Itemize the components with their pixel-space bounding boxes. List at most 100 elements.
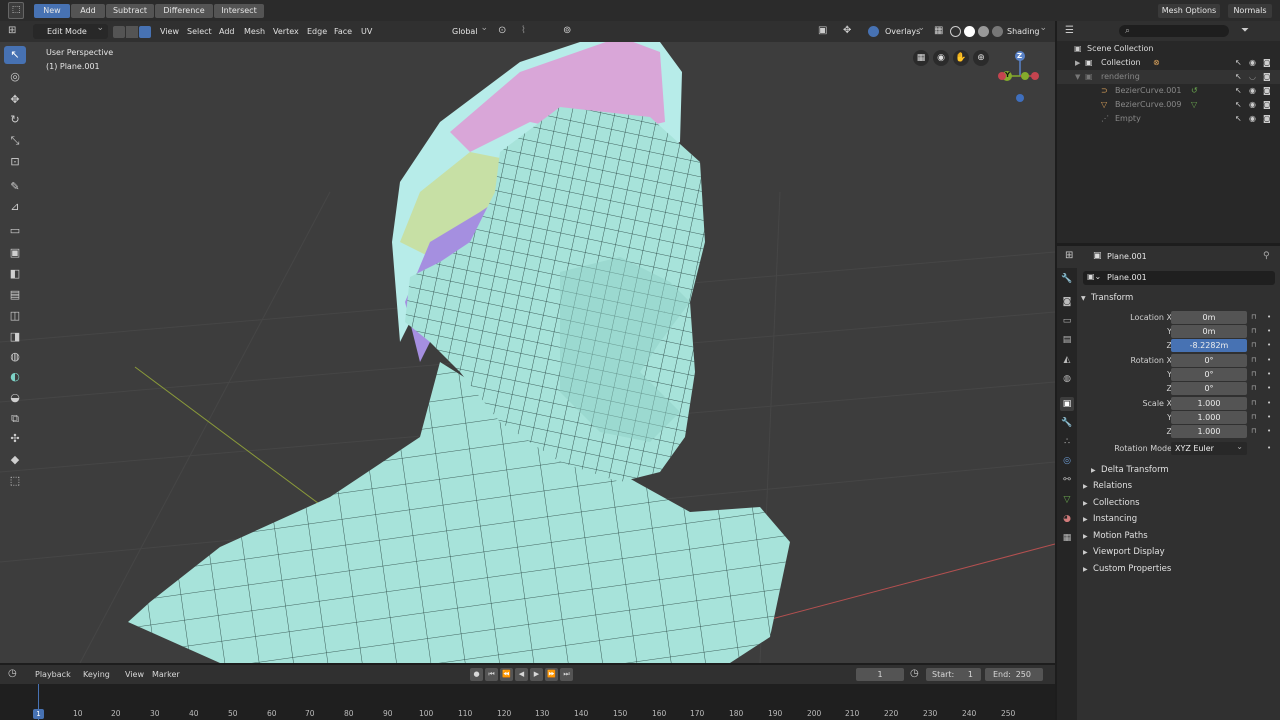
outliner-search-input[interactable]: ⌕ bbox=[1119, 25, 1229, 37]
physics-tab-icon[interactable]: ◎ bbox=[1060, 454, 1074, 468]
move-tool-icon[interactable]: ✥ bbox=[4, 91, 26, 109]
camera-view-icon[interactable]: ◉ bbox=[933, 50, 949, 66]
zoom-icon[interactable]: ⊕ bbox=[973, 50, 989, 66]
normals-dropdown[interactable]: Normals bbox=[1228, 4, 1272, 18]
keyframe-dot-icon[interactable]: • bbox=[1267, 425, 1271, 438]
spin-tool-icon[interactable]: ◍ bbox=[4, 348, 26, 366]
restrict-select-icon[interactable]: ↖ bbox=[1235, 84, 1242, 98]
render-camera-icon[interactable]: ◙ bbox=[1263, 84, 1271, 98]
3d-viewport[interactable]: User Perspective (1) Plane.001 ↖ ◎ ✥ ↻ ⤡… bbox=[0, 42, 1055, 663]
instancing-panel[interactable]: ▶ Instancing bbox=[1083, 512, 1137, 527]
menu-view[interactable]: View bbox=[160, 21, 179, 42]
wireframe-shading-icon[interactable] bbox=[950, 26, 961, 37]
select-mode-icons[interactable] bbox=[113, 26, 151, 38]
scale-x-field[interactable]: 1.000 bbox=[1171, 397, 1247, 410]
timeline-editor-icon[interactable]: ◷ bbox=[8, 668, 17, 679]
inset-tool-icon[interactable]: ▣ bbox=[4, 244, 26, 262]
location-y-field[interactable]: 0m bbox=[1171, 325, 1247, 338]
smooth-tool-icon[interactable]: ◐ bbox=[4, 368, 26, 386]
visibility-eye-icon[interactable]: ◉ bbox=[1249, 98, 1256, 112]
knife-tool-icon[interactable]: ◫ bbox=[4, 307, 26, 325]
visibility-eye-icon[interactable]: ◉ bbox=[1249, 56, 1256, 70]
shrink-tool-icon[interactable]: ⧉ bbox=[4, 410, 26, 428]
scene-collection-row[interactable]: ▣ Scene Collection bbox=[1057, 42, 1280, 56]
keyframe-dot-icon[interactable]: • bbox=[1267, 411, 1271, 424]
scale-y-field[interactable]: 1.000 bbox=[1171, 411, 1247, 424]
play-reverse-icon[interactable]: ◀ bbox=[515, 668, 528, 681]
keyframe-dot-icon[interactable]: • bbox=[1267, 311, 1271, 324]
modifier-tab-icon[interactable]: 🔧 bbox=[1060, 416, 1074, 430]
lock-icon[interactable]: ⊓ bbox=[1251, 425, 1256, 438]
playback-menu[interactable]: Playback bbox=[35, 670, 71, 679]
shading-modes[interactable] bbox=[950, 26, 1003, 37]
outliner-item[interactable]: ▽ BezierCurve.009 ▽ ↖ ◉ ◙ bbox=[1057, 98, 1280, 112]
menu-uv[interactable]: UV bbox=[361, 21, 372, 42]
restrict-select-icon[interactable]: ↖ bbox=[1235, 70, 1242, 84]
edge-select-icon[interactable] bbox=[126, 26, 138, 38]
current-frame-field[interactable]: 1 bbox=[856, 668, 904, 681]
collapse-icon[interactable]: ▼ bbox=[1075, 70, 1080, 84]
shading-dropdown[interactable]: Shading bbox=[1003, 21, 1051, 39]
snap-icon[interactable]: ⌇ bbox=[521, 25, 526, 36]
jump-start-icon[interactable]: ⏮ bbox=[485, 668, 498, 681]
select-tool-icon[interactable]: ↖ bbox=[4, 46, 26, 64]
lock-icon[interactable]: ⊓ bbox=[1251, 325, 1256, 338]
editor-type-icon[interactable]: ⊞ bbox=[8, 25, 16, 36]
menu-add[interactable]: Add bbox=[219, 21, 235, 42]
scale-z-field[interactable]: 1.000 bbox=[1171, 425, 1247, 438]
edge-slide-tool-icon[interactable]: ◒ bbox=[4, 389, 26, 407]
record-icon[interactable]: ● bbox=[470, 668, 483, 681]
rotation-y-field[interactable]: 0° bbox=[1171, 368, 1247, 381]
visibility-eye-icon[interactable]: ◉ bbox=[1249, 112, 1256, 126]
keying-menu[interactable]: Keying bbox=[83, 670, 110, 679]
keyframe-dot-icon[interactable]: • bbox=[1267, 368, 1271, 381]
add-button[interactable]: Add bbox=[71, 4, 105, 18]
location-x-field[interactable]: 0m bbox=[1171, 311, 1247, 324]
outliner-editor-icon[interactable]: ☰ bbox=[1065, 25, 1074, 36]
bevel-tool-icon[interactable]: ◧ bbox=[4, 265, 26, 283]
outliner-item[interactable]: ⊃ BezierCurve.001 ↺ ↖ ◉ ◙ bbox=[1057, 84, 1280, 98]
material-shading-icon[interactable] bbox=[978, 26, 989, 37]
new-button[interactable]: New bbox=[34, 4, 70, 18]
rotate-tool-icon[interactable]: ↻ bbox=[4, 111, 26, 129]
rotation-z-field[interactable]: 0° bbox=[1171, 382, 1247, 395]
overlays-icon[interactable] bbox=[868, 26, 879, 37]
render-camera-icon[interactable]: ◙ bbox=[1263, 98, 1271, 112]
transform-tool-icon[interactable]: ⊡ bbox=[4, 153, 26, 171]
lock-icon[interactable]: ⊓ bbox=[1251, 368, 1256, 381]
pan-hand-icon[interactable]: ✋ bbox=[953, 50, 969, 66]
render-tab-icon[interactable]: ◙ bbox=[1060, 295, 1074, 309]
lock-icon[interactable]: ⊓ bbox=[1251, 354, 1256, 367]
rip-tool-icon[interactable]: ◆ bbox=[4, 451, 26, 469]
menu-face[interactable]: Face bbox=[334, 21, 352, 42]
texture-tab-icon[interactable]: ▦ bbox=[1060, 531, 1074, 545]
keyframe-dot-icon[interactable]: • bbox=[1267, 382, 1271, 395]
jump-end-icon[interactable]: ⏭ bbox=[560, 668, 573, 681]
viewport-display-panel[interactable]: ▶ Viewport Display bbox=[1083, 545, 1165, 560]
restrict-select-icon[interactable]: ↖ bbox=[1235, 98, 1242, 112]
keyframe-dot-icon[interactable]: • bbox=[1267, 339, 1271, 352]
menu-vertex[interactable]: Vertex bbox=[273, 21, 299, 42]
grid-view-icon[interactable]: ▦ bbox=[913, 50, 929, 66]
view-object-types-icon[interactable]: ▣ bbox=[818, 25, 827, 36]
object-name-field[interactable]: ▣⌄ Plane.001 bbox=[1083, 271, 1275, 285]
play-icon[interactable]: ▶ bbox=[530, 668, 543, 681]
menu-mesh[interactable]: Mesh bbox=[244, 21, 265, 42]
annotate-tool-icon[interactable]: ✎ bbox=[4, 178, 26, 196]
extrude-tool-icon[interactable]: ▭ bbox=[4, 222, 26, 240]
xray-icon[interactable]: ▦ bbox=[934, 25, 943, 36]
menu-select[interactable]: Select bbox=[187, 21, 212, 42]
lock-icon[interactable]: ⊓ bbox=[1251, 339, 1256, 352]
expand-icon[interactable]: ▶ bbox=[1075, 56, 1080, 70]
end-frame-field[interactable]: End: 250 bbox=[985, 668, 1043, 681]
render-camera-icon[interactable]: ◙ bbox=[1263, 56, 1271, 70]
motion-paths-panel[interactable]: ▶ Motion Paths bbox=[1083, 529, 1148, 544]
world-tab-icon[interactable]: ◍ bbox=[1060, 372, 1074, 386]
mode-dropdown[interactable]: Edit Mode bbox=[33, 21, 108, 39]
loop-cut-tool-icon[interactable]: ▤ bbox=[4, 286, 26, 304]
properties-editor-icon[interactable]: ⊞ bbox=[1065, 250, 1073, 261]
keyframe-dot-icon[interactable]: • bbox=[1267, 397, 1271, 410]
vertex-select-icon[interactable] bbox=[113, 26, 125, 38]
filter-icon[interactable]: ⏷ bbox=[1241, 25, 1249, 36]
material-tab-icon[interactable]: ◕ bbox=[1060, 512, 1074, 526]
